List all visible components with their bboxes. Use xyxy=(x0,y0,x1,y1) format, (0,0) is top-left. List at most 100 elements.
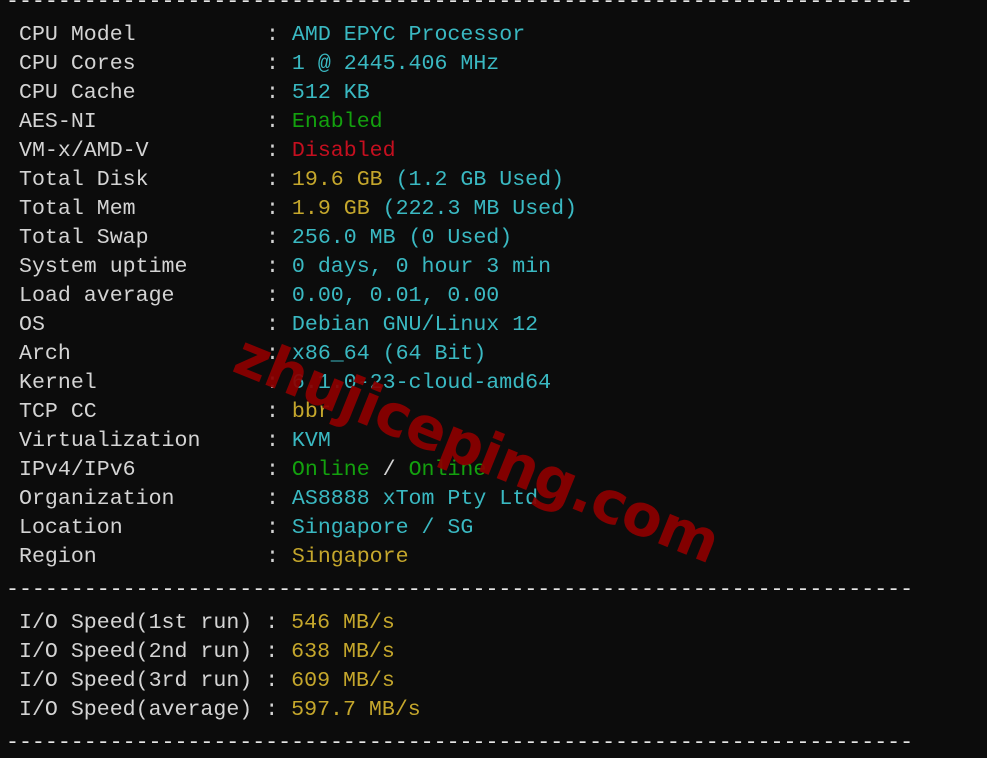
colon-separator: : xyxy=(266,139,292,163)
info-row: AES-NI: Enabled xyxy=(6,108,913,137)
info-label: IPv4/IPv6 xyxy=(19,458,136,482)
info-label: Kernel xyxy=(19,371,97,395)
colon-separator: : xyxy=(252,698,292,722)
info-value: AS8888 xTom Pty Ltd xyxy=(291,487,539,511)
info-value: 0 days, 0 hour 3 min xyxy=(291,255,552,279)
info-label: CPU Model xyxy=(19,23,136,47)
info-label: Load average xyxy=(19,284,175,308)
system-info-section: CPU Model: AMD EPYC Processor CPU Cores: … xyxy=(6,21,913,572)
info-row: CPU Model: AMD EPYC Processor xyxy=(6,21,913,50)
colon-separator: : xyxy=(266,226,292,250)
info-label: Virtualization xyxy=(19,429,201,453)
info-label: Arch xyxy=(19,342,71,366)
info-label: Location xyxy=(19,516,123,540)
info-row: Organization: AS8888 xTom Pty Ltd xyxy=(6,485,913,514)
info-value: Enabled xyxy=(291,110,383,134)
io-speed-row: I/O Speed(average) : 597.7 MB/s xyxy=(6,696,913,725)
colon-separator: : xyxy=(266,516,292,540)
io-label: I/O Speed(1st run) xyxy=(19,611,253,635)
info-value: 6.1.0-23-cloud-amd64 xyxy=(291,371,552,395)
colon-separator: : xyxy=(266,371,292,395)
info-row: OS: Debian GNU/Linux 12 xyxy=(6,311,913,340)
io-speed-row: I/O Speed(1st run) : 546 MB/s xyxy=(6,609,913,638)
info-row: Region: Singapore xyxy=(6,543,913,572)
io-speed-row: I/O Speed(3rd run) : 609 MB/s xyxy=(6,667,913,696)
info-label: Total Swap xyxy=(19,226,149,250)
info-value: / xyxy=(369,458,409,482)
info-row: Virtualization: KVM xyxy=(6,427,913,456)
io-value: 609 MB/s xyxy=(291,669,395,693)
info-value: KVM xyxy=(291,429,331,453)
io-value: 546 MB/s xyxy=(291,611,395,635)
colon-separator: : xyxy=(266,52,292,76)
info-row: Arch: x86_64 (64 Bit) xyxy=(6,340,913,369)
io-label: I/O Speed(3rd run) xyxy=(19,669,253,693)
info-value: 1 @ 2445.406 MHz xyxy=(291,52,500,76)
colon-separator: : xyxy=(266,545,292,569)
colon-separator: : xyxy=(266,429,292,453)
info-row: Total Mem: 1.9 GB (222.3 MB Used) xyxy=(6,195,913,224)
info-value: Debian GNU/Linux 12 xyxy=(291,313,539,337)
info-row: Kernel: 6.1.0-23-cloud-amd64 xyxy=(6,369,913,398)
info-value: (1.2 GB Used) xyxy=(382,168,565,192)
colon-separator: : xyxy=(252,669,292,693)
info-value: Singapore / SG xyxy=(291,516,474,540)
info-value: bbr xyxy=(291,400,331,424)
info-row: VM-x/AMD-V: Disabled xyxy=(6,137,913,166)
info-value: Online xyxy=(408,458,487,482)
terminal-output: ----------------------------------------… xyxy=(6,0,913,758)
info-label: Total Disk xyxy=(19,168,149,192)
info-value: (222.3 MB Used) xyxy=(369,197,578,221)
info-value: Online xyxy=(291,458,370,482)
io-speed-section: I/O Speed(1st run) : 546 MB/s I/O Speed(2… xyxy=(6,609,913,725)
info-row: CPU Cores: 1 @ 2445.406 MHz xyxy=(6,50,913,79)
info-label: TCP CC xyxy=(19,400,97,424)
info-value: AMD EPYC Processor xyxy=(291,23,526,47)
colon-separator: : xyxy=(266,284,292,308)
info-label: Region xyxy=(19,545,97,569)
colon-separator: : xyxy=(266,342,292,366)
info-value: Disabled xyxy=(291,139,396,163)
info-label: VM-x/AMD-V xyxy=(19,139,149,163)
io-speed-row: I/O Speed(2nd run) : 638 MB/s xyxy=(6,638,913,667)
info-value: 256.0 MB (0 Used) xyxy=(291,226,513,250)
colon-separator: : xyxy=(266,487,292,511)
separator-line: ----------------------------------------… xyxy=(6,731,914,755)
info-row: IPv4/IPv6: Online / Online xyxy=(6,456,913,485)
colon-separator: : xyxy=(266,23,292,47)
info-label: Organization xyxy=(19,487,175,511)
colon-separator: : xyxy=(266,197,292,221)
info-label: CPU Cache xyxy=(19,81,136,105)
colon-separator: : xyxy=(266,168,292,192)
colon-separator: : xyxy=(266,313,292,337)
separator-line: ----------------------------------------… xyxy=(6,0,914,14)
info-row: Location: Singapore / SG xyxy=(6,514,913,543)
io-value: 597.7 MB/s xyxy=(291,698,421,722)
info-label: CPU Cores xyxy=(19,52,136,76)
info-row: Total Disk: 19.6 GB (1.2 GB Used) xyxy=(6,166,913,195)
colon-separator: : xyxy=(266,110,292,134)
info-value: 1.9 GB xyxy=(291,197,370,221)
colon-separator: : xyxy=(266,255,292,279)
info-row: System uptime: 0 days, 0 hour 3 min xyxy=(6,253,913,282)
info-value: Singapore xyxy=(291,545,409,569)
colon-separator: : xyxy=(252,611,292,635)
colon-separator: : xyxy=(266,400,292,424)
info-label: OS xyxy=(19,313,45,337)
separator-line: ----------------------------------------… xyxy=(6,578,914,602)
info-value: x86_64 (64 Bit) xyxy=(291,342,487,366)
io-label: I/O Speed(average) xyxy=(19,698,253,722)
colon-separator: : xyxy=(252,640,292,664)
io-label: I/O Speed(2nd run) xyxy=(19,640,253,664)
info-label: AES-NI xyxy=(19,110,97,134)
info-row: Total Swap: 256.0 MB (0 Used) xyxy=(6,224,913,253)
info-label: Total Mem xyxy=(19,197,136,221)
info-value: 19.6 GB xyxy=(291,168,383,192)
info-label: System uptime xyxy=(19,255,188,279)
info-value: 512 KB xyxy=(291,81,370,105)
info-value: 0.00, 0.01, 0.00 xyxy=(291,284,500,308)
info-row: Load average: 0.00, 0.01, 0.00 xyxy=(6,282,913,311)
io-value: 638 MB/s xyxy=(291,640,395,664)
info-row: CPU Cache: 512 KB xyxy=(6,79,913,108)
colon-separator: : xyxy=(266,458,292,482)
